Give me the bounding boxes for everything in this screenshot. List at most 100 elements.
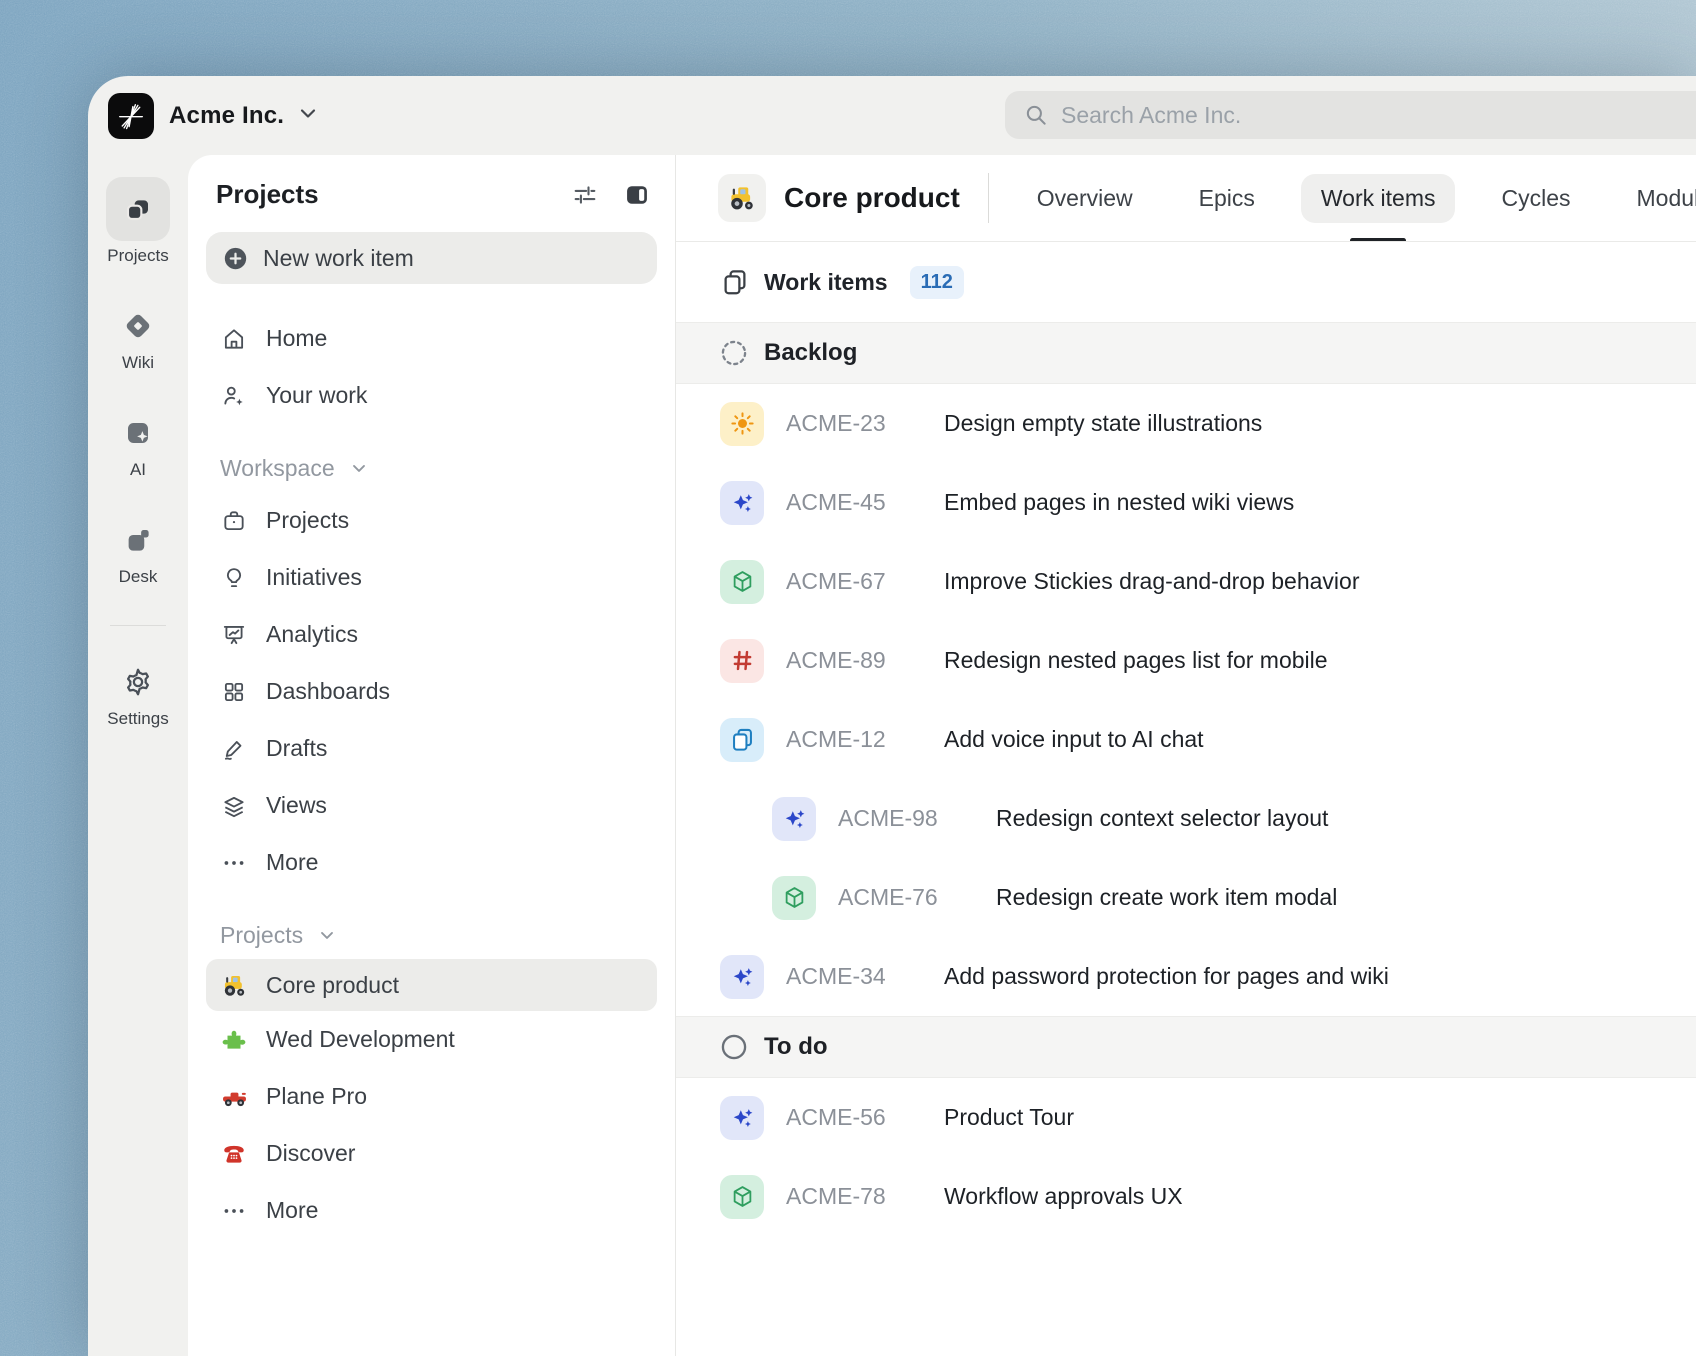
sparkles-icon [772,797,816,841]
group-header-todo[interactable]: To do [676,1016,1696,1078]
work-items-label: Work items [764,269,888,296]
app-window: Acme Inc. Search Acme Inc. Projects [88,76,1696,1356]
tab-modules[interactable]: Modules [1617,174,1696,223]
work-item-id: ACME-23 [786,410,926,437]
sidebar-item-drafts[interactable]: Drafts [206,720,657,777]
search-input[interactable]: Search Acme Inc. [1005,91,1696,139]
cube-icon [720,560,764,604]
work-item-id: ACME-89 [786,647,926,674]
sidebar-item-analytics[interactable]: Analytics [206,606,657,663]
user-sparkle-icon [220,383,248,409]
work-item-title: Add voice input to AI chat [944,726,1204,753]
sidebar-item-more-projects[interactable]: More [206,1182,657,1239]
tab-cycles[interactable]: Cycles [1481,174,1590,223]
section-label: Workspace [220,455,335,482]
ellipsis-icon [220,1198,248,1224]
work-item-title: Product Tour [944,1104,1074,1131]
sidebar-item-projects[interactable]: Projects [206,492,657,549]
sidebar-project-discover[interactable]: Discover [206,1125,657,1182]
briefcase-icon [220,508,248,534]
sidebar-item-home[interactable]: Home [206,310,657,367]
sidebar-item-label: Analytics [266,621,358,648]
sidebar-item-label: Initiatives [266,564,362,591]
work-item-row[interactable]: ACME-56 Product Tour [676,1078,1696,1157]
settings-gear-icon [106,660,170,704]
puzzle-emoji [220,1027,248,1053]
work-item-title: Redesign nested pages list for mobile [944,647,1328,674]
sidebar-item-label: More [266,849,318,876]
sidebar-item-initiatives[interactable]: Initiatives [206,549,657,606]
work-item-row-sub[interactable]: ACME-98 Redesign context selector layout [676,779,1696,858]
rail-item-ai[interactable]: AI [106,411,170,480]
work-item-id: ACME-78 [786,1183,926,1210]
sidebar-toggle-icon[interactable] [623,181,651,209]
sparkles-icon [720,955,764,999]
cube-icon [720,1175,764,1219]
search-icon [1023,102,1049,128]
project-tabs: Overview Epics Work items Cycles Modules [1017,174,1696,223]
work-item-row[interactable]: ACME-45 Embed pages in nested wiki views [676,463,1696,542]
work-item-title: Redesign context selector layout [996,805,1328,832]
work-item-id: ACME-56 [786,1104,926,1131]
work-items-toolbar: Work items 112 [676,242,1696,322]
cube-icon [772,876,816,920]
rail-item-desk[interactable]: Desk [106,518,170,587]
plus-circle-icon [222,245,249,272]
layers-icon [220,793,248,819]
rail-label: Desk [119,567,158,587]
sidebar-item-label: Core product [266,972,399,999]
work-item-row[interactable]: ACME-34 Add password protection for page… [676,937,1696,1016]
work-item-id: ACME-34 [786,963,926,990]
group-label: To do [764,1033,828,1061]
workspace-logo[interactable] [108,93,154,139]
workspace-name[interactable]: Acme Inc. [169,102,284,130]
new-work-item-button[interactable]: New work item [206,232,657,284]
work-item-title: Redesign create work item modal [996,884,1337,911]
presentation-chart-icon [220,622,248,648]
ai-icon [106,411,170,455]
tab-work-items[interactable]: Work items [1301,174,1456,223]
sidebar-item-views[interactable]: Views [206,777,657,834]
work-item-row-sub[interactable]: ACME-76 Redesign create work item modal [676,858,1696,937]
race-car-emoji [220,1083,248,1110]
sidebar-project-plane-pro[interactable]: Plane Pro [206,1068,657,1125]
rail-item-settings[interactable]: Settings [106,660,170,729]
sidebar-item-your-work[interactable]: Your work [206,367,657,424]
work-item-row[interactable]: ACME-67 Improve Stickies drag-and-drop b… [676,542,1696,621]
app-rail: Projects Wiki AI [88,155,188,1356]
circle-icon [720,1033,748,1061]
workspace-chevron-down-icon[interactable] [296,101,320,130]
sidebar-item-label: Home [266,325,327,352]
work-item-row[interactable]: ACME-78 Workflow approvals UX [676,1157,1696,1236]
rail-label: Wiki [122,353,154,373]
work-item-id: ACME-98 [838,805,978,832]
work-item-row[interactable]: ACME-23 Design empty state illustrations [676,384,1696,463]
tab-epics[interactable]: Epics [1179,174,1275,223]
section-header-projects[interactable]: Projects [206,911,657,959]
sidebar-project-core-product[interactable]: Core product [206,959,657,1011]
tractor-emoji [718,174,766,222]
sidebar-item-dashboards[interactable]: Dashboards [206,663,657,720]
rail-label: Projects [107,246,168,266]
filter-sliders-icon[interactable] [571,181,599,209]
work-item-row[interactable]: ACME-12 Add voice input to AI chat [676,700,1696,779]
tab-overview[interactable]: Overview [1017,174,1153,223]
sidebar-item-label: More [266,1197,318,1224]
project-title: Core product [784,182,960,214]
sparkles-icon [720,1096,764,1140]
group-header-backlog[interactable]: Backlog [676,322,1696,384]
work-item-title: Improve Stickies drag-and-drop behavior [944,568,1359,595]
sidebar-item-more[interactable]: More [206,834,657,891]
work-item-id: ACME-67 [786,568,926,595]
work-item-row[interactable]: ACME-89 Redesign nested pages list for m… [676,621,1696,700]
work-item-title: Design empty state illustrations [944,410,1262,437]
lightbulb-icon [220,565,248,591]
rail-item-projects[interactable]: Projects [106,177,170,266]
sidebar-item-label: Plane Pro [266,1083,367,1110]
section-header-workspace[interactable]: Workspace [206,444,657,492]
work-item-id: ACME-76 [838,884,978,911]
ellipsis-icon [220,850,248,876]
rail-item-wiki[interactable]: Wiki [106,304,170,373]
sidebar-project-wed-development[interactable]: Wed Development [206,1011,657,1068]
home-icon [220,326,248,352]
